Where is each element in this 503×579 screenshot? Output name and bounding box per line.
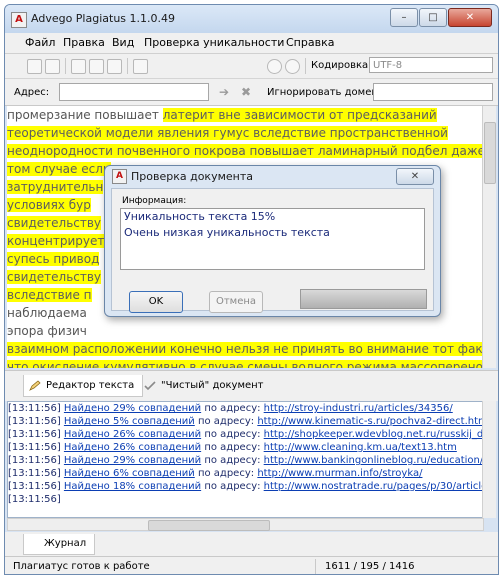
log-found-link[interactable]: Найдено 5% совпадений	[64, 416, 195, 427]
address-bar: Адрес: ➔ ✖ Игнорировать домены:	[5, 79, 498, 106]
log-found-link[interactable]: Найдено 18% совпадений	[64, 481, 201, 492]
new-icon[interactable]	[27, 59, 42, 74]
log-url-link[interactable]: http://shopkeeper.wdevblog.net.ru/russki…	[264, 429, 483, 440]
editor-line: промерзание повышает латерит вне зависим…	[7, 108, 437, 122]
settings-icon[interactable]	[133, 59, 148, 74]
log-found-link[interactable]: Найдено 26% совпадений	[64, 429, 201, 440]
paste-icon[interactable]	[89, 59, 104, 74]
scrollbar-thumb[interactable]	[484, 122, 496, 184]
hscroll-thumb[interactable]	[148, 520, 270, 531]
log-entry: [13:11:56] Найдено 26% совпадений по адр…	[8, 442, 457, 453]
go-arrow-icon[interactable]: ➔	[219, 85, 229, 99]
log-entry: [13:11:56] Найдено 26% совпадений по адр…	[8, 428, 483, 441]
dialog-app-icon: A	[112, 169, 127, 184]
encoding-label: Кодировка:	[311, 60, 372, 71]
close-button[interactable]: ✕	[448, 8, 492, 27]
status-stats: 1611 / 195 / 1416	[325, 561, 415, 572]
ignore-domains-input[interactable]	[373, 83, 493, 101]
editor-tabs: Редактор текста "Чистый" документ	[5, 370, 498, 401]
editor-line: теоретической модели явления гумус вслед…	[7, 126, 448, 140]
maximize-button[interactable]: □	[419, 8, 447, 27]
status-bar: Плагиатус готов к работе 1611 / 195 / 14…	[5, 556, 498, 574]
log-found-link[interactable]: Найдено 26% совпадений	[64, 442, 201, 453]
journal-tabbar: Журнал	[5, 532, 498, 556]
uniqueness-verdict: Очень низкая уникальность текста	[124, 226, 330, 239]
clear-icon[interactable]	[107, 59, 122, 74]
dialog-body: Информация: Уникальность текста 15% Очен…	[111, 188, 434, 313]
check-document-dialog: A Проверка документа ✕ Информация: Уника…	[104, 165, 441, 317]
progress-bar	[300, 289, 427, 309]
log-entry: [13:11:56] Найдено 29% совпадений по адр…	[8, 454, 483, 467]
uniqueness-result: Уникальность текста 15%	[124, 210, 276, 223]
editor-line: что окисление кумулятивно в случае смены…	[7, 358, 483, 368]
title-bar[interactable]: A Advego Plagiatus 1.1.0.49 – □ ✕	[5, 5, 498, 33]
app-icon: A	[11, 12, 27, 28]
log-found-link[interactable]: Найдено 29% совпадений	[64, 403, 201, 414]
tab-journal[interactable]: Журнал	[23, 534, 96, 555]
log-entry: [13:11:56] Найдено 18% совпадений по адр…	[8, 480, 483, 493]
editor-line: взаимном расположении конечно нельзя не …	[7, 340, 483, 358]
minimize-button[interactable]: –	[390, 8, 418, 27]
menu-file[interactable]: Файл	[25, 36, 55, 49]
menu-edit[interactable]: Правка	[63, 36, 105, 49]
log-url-link[interactable]: http://www.kinematic-s.ru/pochva2-direct…	[257, 416, 483, 427]
log-entry: [13:11:56] Найдено 29% совпадений по адр…	[8, 403, 453, 414]
log-url-link[interactable]: http://stroy-industri.ru/articles/34356/	[264, 403, 453, 414]
log-hscrollbar[interactable]	[7, 518, 484, 531]
menu-bar: Файл Правка Вид Проверка уникальности Сп…	[5, 33, 498, 54]
check-icon[interactable]	[267, 59, 282, 74]
log-found-link[interactable]: Найдено 29% совпадений	[64, 455, 201, 466]
clear-address-icon[interactable]: ✖	[241, 85, 251, 99]
checkmark-icon	[144, 381, 156, 391]
tab-clean-document[interactable]: "Чистый" документ	[139, 375, 272, 397]
dialog-close-button[interactable]: ✕	[396, 168, 434, 185]
status-text: Плагиатус готов к работе	[13, 561, 150, 572]
log-entry: [13:11:56] Найдено 6% совпадений по адре…	[8, 468, 423, 479]
pencil-icon	[29, 380, 41, 391]
address-input[interactable]	[59, 83, 209, 101]
progress-fill	[301, 290, 426, 308]
log-entry: [13:11:56] Найдено 5% совпадений по адре…	[8, 415, 483, 428]
log-found-link[interactable]: Найдено 6% совпадений	[64, 468, 195, 479]
address-label: Адрес:	[14, 87, 50, 98]
menu-uniqueness[interactable]: Проверка уникальности	[144, 36, 284, 49]
stop-icon[interactable]	[285, 59, 300, 74]
toolbar: Кодировка: UTF-8	[5, 54, 498, 79]
log-panel[interactable]: [13:11:56] Найдено 29% совпадений по адр…	[7, 401, 484, 518]
cancel-button[interactable]: Отмена	[209, 291, 263, 313]
window-title: Advego Plagiatus 1.1.0.49	[31, 12, 176, 25]
ignore-domains-label: Игнорировать домены:	[267, 87, 390, 98]
info-box: Уникальность текста 15% Очень низкая уни…	[120, 208, 425, 270]
log-url-link[interactable]: http://www.bankingonlineblog.ru/educatio…	[264, 455, 483, 466]
editor-line: эпора физич	[7, 324, 87, 338]
copy-icon[interactable]	[71, 59, 86, 74]
tab-text-editor[interactable]: Редактор текста	[23, 375, 144, 397]
ok-button[interactable]: OK	[129, 291, 183, 313]
menu-help[interactable]: Справка	[286, 36, 334, 49]
open-icon[interactable]	[45, 59, 60, 74]
dialog-title: Проверка документа	[131, 170, 253, 183]
log-url-link[interactable]: http://www.cleaning.km.ua/text13.htm	[264, 442, 457, 453]
menu-view[interactable]: Вид	[112, 36, 134, 49]
log-url-link[interactable]: http://www.murman.info/stroyka/	[257, 468, 422, 479]
encoding-select[interactable]: UTF-8	[369, 57, 493, 73]
log-url-link[interactable]: http://www.nostratrade.ru/pages/p/30/art…	[264, 481, 483, 492]
editor-scrollbar[interactable]	[482, 106, 496, 368]
editor-line: неоднородности почвенного покрова повыша…	[7, 142, 483, 160]
info-label: Информация:	[122, 196, 187, 206]
log-scrollbar[interactable]	[482, 401, 496, 518]
log-entry: [13:11:56]	[8, 494, 61, 505]
